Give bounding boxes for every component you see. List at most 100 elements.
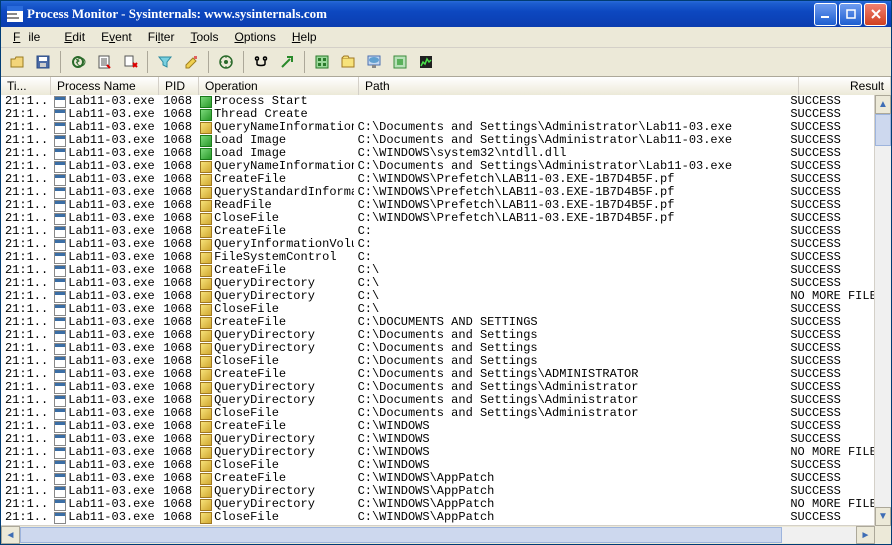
column-path[interactable]: Path — [359, 77, 799, 95]
column-result[interactable]: Result — [799, 77, 891, 95]
vertical-scrollbar[interactable]: ▲ ▼ — [874, 95, 891, 526]
scroll-thumb[interactable] — [875, 114, 891, 146]
event-list[interactable]: 21:1...Lab11-03.exe1068Process StartSUCC… — [1, 95, 875, 526]
cell-time: 21:1... — [1, 264, 50, 277]
horizontal-scrollbar[interactable]: ◄ ► — [1, 525, 875, 544]
table-row[interactable]: 21:1...Lab11-03.exe1068CloseFileC:\WINDO… — [1, 459, 875, 472]
table-row[interactable]: 21:1...Lab11-03.exe1068QueryNameInformat… — [1, 121, 875, 134]
open-button[interactable] — [5, 50, 29, 74]
table-row[interactable]: 21:1...Lab11-03.exe1068Load ImageC:\Docu… — [1, 134, 875, 147]
menu-options[interactable]: Options — [226, 28, 283, 46]
exe-icon — [54, 226, 66, 238]
table-row[interactable]: 21:1...Lab11-03.exe1068CreateFileC:\WIND… — [1, 420, 875, 433]
menu-edit[interactable]: Edit — [56, 28, 93, 46]
table-row[interactable]: 21:1...Lab11-03.exe1068CloseFileC:\Docum… — [1, 407, 875, 420]
table-row[interactable]: 21:1...Lab11-03.exe1068QueryDirectoryC:\… — [1, 498, 875, 511]
cell-pid: 1068 — [157, 407, 196, 420]
exe-icon — [54, 213, 66, 225]
cell-path: C:\WINDOWS — [354, 446, 787, 459]
table-row[interactable]: 21:1...Lab11-03.exe1068Thread CreateSUCC… — [1, 108, 875, 121]
jump-button[interactable] — [275, 50, 299, 74]
table-row[interactable]: 21:1...Lab11-03.exe1068CreateFileC:\SUCC… — [1, 264, 875, 277]
cell-time: 21:1... — [1, 290, 50, 303]
close-button[interactable] — [864, 3, 887, 26]
scroll-thumb[interactable] — [20, 527, 782, 543]
scroll-right-icon[interactable]: ► — [856, 526, 875, 544]
maximize-button[interactable] — [839, 3, 862, 26]
profiling-button[interactable] — [414, 50, 438, 74]
filter-button[interactable] — [153, 50, 177, 74]
operation-icon — [200, 291, 212, 303]
scroll-left-icon[interactable]: ◄ — [1, 526, 20, 544]
table-row[interactable]: 21:1...Lab11-03.exe1068CloseFileC:\WINDO… — [1, 212, 875, 225]
operation-icon — [200, 395, 212, 407]
cell-process: Lab11-03.exe — [50, 381, 156, 394]
table-row[interactable]: 21:1...Lab11-03.exe1068CreateFileC:SUCCE… — [1, 225, 875, 238]
clear-button[interactable] — [118, 50, 142, 74]
table-row[interactable]: 21:1...Lab11-03.exe1068CloseFileC:\WINDO… — [1, 511, 875, 524]
cell-time: 21:1... — [1, 134, 50, 147]
table-row[interactable]: 21:1...Lab11-03.exe1068CreateFileC:\WIND… — [1, 472, 875, 485]
cell-process: Lab11-03.exe — [50, 121, 156, 134]
table-row[interactable]: 21:1...Lab11-03.exe1068Load ImageC:\WIND… — [1, 147, 875, 160]
registry-activity-button[interactable] — [310, 50, 334, 74]
table-row[interactable]: 21:1...Lab11-03.exe1068QueryDirectoryC:\… — [1, 342, 875, 355]
cell-pid: 1068 — [157, 277, 196, 290]
table-row[interactable]: 21:1...Lab11-03.exe1068FileSystemControl… — [1, 251, 875, 264]
cell-operation: QueryDirectory — [196, 342, 353, 355]
table-row[interactable]: 21:1...Lab11-03.exe1068QueryInformationV… — [1, 238, 875, 251]
column-operation[interactable]: Operation — [199, 77, 359, 95]
file-activity-button[interactable] — [336, 50, 360, 74]
column-pid[interactable]: PID — [159, 77, 199, 95]
table-row[interactable]: 21:1...Lab11-03.exe1068CloseFileC:\Docum… — [1, 355, 875, 368]
table-row[interactable]: 21:1...Lab11-03.exe1068QueryDirectoryC:\… — [1, 485, 875, 498]
table-row[interactable]: 21:1...Lab11-03.exe1068QueryDirectoryC:\… — [1, 446, 875, 459]
cell-pid: 1068 — [157, 472, 196, 485]
table-row[interactable]: 21:1...Lab11-03.exe1068QueryDirectoryC:\… — [1, 290, 875, 303]
titlebar[interactable]: Process Monitor - Sysinternals: www.sysi… — [1, 1, 891, 27]
table-row[interactable]: 21:1...Lab11-03.exe1068QueryDirectoryC:\… — [1, 433, 875, 446]
menu-tools[interactable]: Tools — [182, 28, 226, 46]
scroll-up-icon[interactable]: ▲ — [875, 95, 891, 114]
cell-operation: QueryDirectory — [196, 394, 353, 407]
cell-path: C:\Documents and Settings\Administrator\… — [354, 121, 787, 134]
table-row[interactable]: 21:1...Lab11-03.exe1068QueryNameInformat… — [1, 160, 875, 173]
capture-button[interactable] — [66, 50, 90, 74]
operation-icon — [200, 161, 212, 173]
table-row[interactable]: 21:1...Lab11-03.exe1068CreateFileC:\DOCU… — [1, 316, 875, 329]
table-row[interactable]: 21:1...Lab11-03.exe1068QueryDirectoryC:\… — [1, 394, 875, 407]
table-row[interactable]: 21:1...Lab11-03.exe1068QueryDirectoryC:\… — [1, 381, 875, 394]
process-activity-button[interactable] — [388, 50, 412, 74]
exe-icon — [54, 330, 66, 342]
minimize-button[interactable] — [814, 3, 837, 26]
column-process[interactable]: Process Name — [51, 77, 159, 95]
menu-file[interactable]: File — [5, 28, 56, 46]
save-button[interactable] — [31, 50, 55, 74]
cell-pid: 1068 — [157, 420, 196, 433]
menu-help[interactable]: Help — [284, 28, 325, 46]
cell-time: 21:1... — [1, 212, 50, 225]
table-row[interactable]: 21:1...Lab11-03.exe1068CloseFileC:\SUCCE… — [1, 303, 875, 316]
table-row[interactable]: 21:1...Lab11-03.exe1068QueryDirectoryC:\… — [1, 329, 875, 342]
table-row[interactable]: 21:1...Lab11-03.exe1068QueryStandardInfo… — [1, 186, 875, 199]
table-row[interactable]: 21:1...Lab11-03.exe1068QueryDirectoryC:\… — [1, 277, 875, 290]
autoscroll-button[interactable] — [92, 50, 116, 74]
cell-result: SUCCESS — [786, 316, 875, 329]
find-button[interactable] — [249, 50, 273, 74]
include-process-button[interactable] — [214, 50, 238, 74]
table-row[interactable]: 21:1...Lab11-03.exe1068CreateFileC:\Docu… — [1, 368, 875, 381]
scroll-track[interactable] — [20, 527, 856, 543]
cell-result: SUCCESS — [786, 238, 875, 251]
scroll-track[interactable] — [875, 114, 891, 507]
table-row[interactable]: 21:1...Lab11-03.exe1068Process StartSUCC… — [1, 95, 875, 108]
menu-event[interactable]: Event — [93, 28, 140, 46]
column-time[interactable]: Ti... — [1, 77, 51, 95]
table-row[interactable]: 21:1...Lab11-03.exe1068ReadFileC:\WINDOW… — [1, 199, 875, 212]
table-row[interactable]: 21:1...Lab11-03.exe1068CreateFileC:\WIND… — [1, 173, 875, 186]
menu-filter[interactable]: Filter — [140, 28, 183, 46]
cell-path: C:\WINDOWS\Prefetch\LAB11-03.EXE-1B7D4B5… — [354, 212, 787, 225]
highlight-button[interactable] — [179, 50, 203, 74]
network-activity-button[interactable] — [362, 50, 386, 74]
scroll-down-icon[interactable]: ▼ — [875, 507, 891, 526]
separator-icon — [60, 51, 61, 73]
